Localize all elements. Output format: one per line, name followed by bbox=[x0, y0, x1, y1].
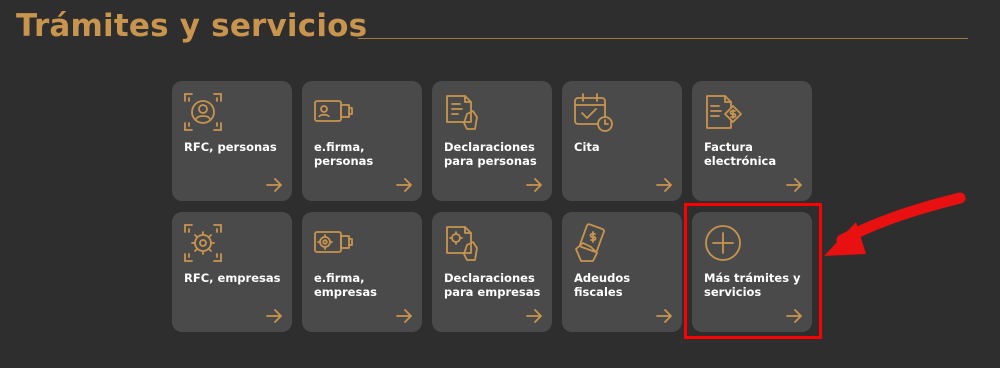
arrow-right-icon bbox=[265, 176, 283, 194]
gear-usb-icon bbox=[313, 223, 353, 263]
card-rfc-empresas[interactable]: RFC, empresas bbox=[172, 212, 292, 332]
card-declaraciones-personas[interactable]: Declaraciones para personas bbox=[432, 81, 552, 201]
card-label: e.firma, personas bbox=[314, 140, 374, 168]
card-label: Adeudos fiscales bbox=[574, 271, 631, 299]
card-efirma-empresas[interactable]: e.firma, empresas bbox=[302, 212, 422, 332]
card-factura-electronica[interactable]: Factura electrónica bbox=[692, 81, 812, 201]
hand-dollar-icon bbox=[573, 223, 613, 263]
arrow-right-icon bbox=[395, 176, 413, 194]
arrow-right-icon bbox=[265, 307, 283, 325]
gear-scan-icon bbox=[183, 223, 223, 263]
person-scan-icon bbox=[183, 92, 223, 132]
calendar-clock-icon bbox=[573, 92, 613, 132]
title-divider bbox=[358, 38, 968, 39]
gear-document-hand-icon bbox=[443, 223, 483, 263]
card-label: Declaraciones para empresas bbox=[444, 271, 541, 299]
card-label: RFC, personas bbox=[184, 140, 277, 154]
card-label: Cita bbox=[574, 140, 600, 154]
highlight-box bbox=[684, 203, 822, 339]
card-rfc-personas[interactable]: RFC, personas bbox=[172, 81, 292, 201]
card-adeudos-fiscales[interactable]: Adeudos fiscales bbox=[562, 212, 682, 332]
annotation-arrow-icon bbox=[810, 180, 990, 280]
card-cita[interactable]: Cita bbox=[562, 81, 682, 201]
arrow-right-icon bbox=[525, 307, 543, 325]
card-declaraciones-empresas[interactable]: Declaraciones para empresas bbox=[432, 212, 552, 332]
arrow-right-icon bbox=[525, 176, 543, 194]
card-label: Declaraciones para personas bbox=[444, 140, 537, 168]
card-label: RFC, empresas bbox=[184, 271, 281, 285]
card-efirma-personas[interactable]: e.firma, personas bbox=[302, 81, 422, 201]
card-label: Factura electrónica bbox=[704, 140, 777, 168]
section-title: Trámites y servicios bbox=[16, 8, 368, 44]
arrow-right-icon bbox=[655, 176, 673, 194]
invoice-dollar-icon bbox=[703, 92, 743, 132]
arrow-right-icon bbox=[655, 307, 673, 325]
arrow-right-icon bbox=[785, 176, 803, 194]
card-label: e.firma, empresas bbox=[314, 271, 377, 299]
arrow-right-icon bbox=[395, 307, 413, 325]
document-hand-icon bbox=[443, 92, 483, 132]
id-card-usb-icon bbox=[313, 92, 353, 132]
